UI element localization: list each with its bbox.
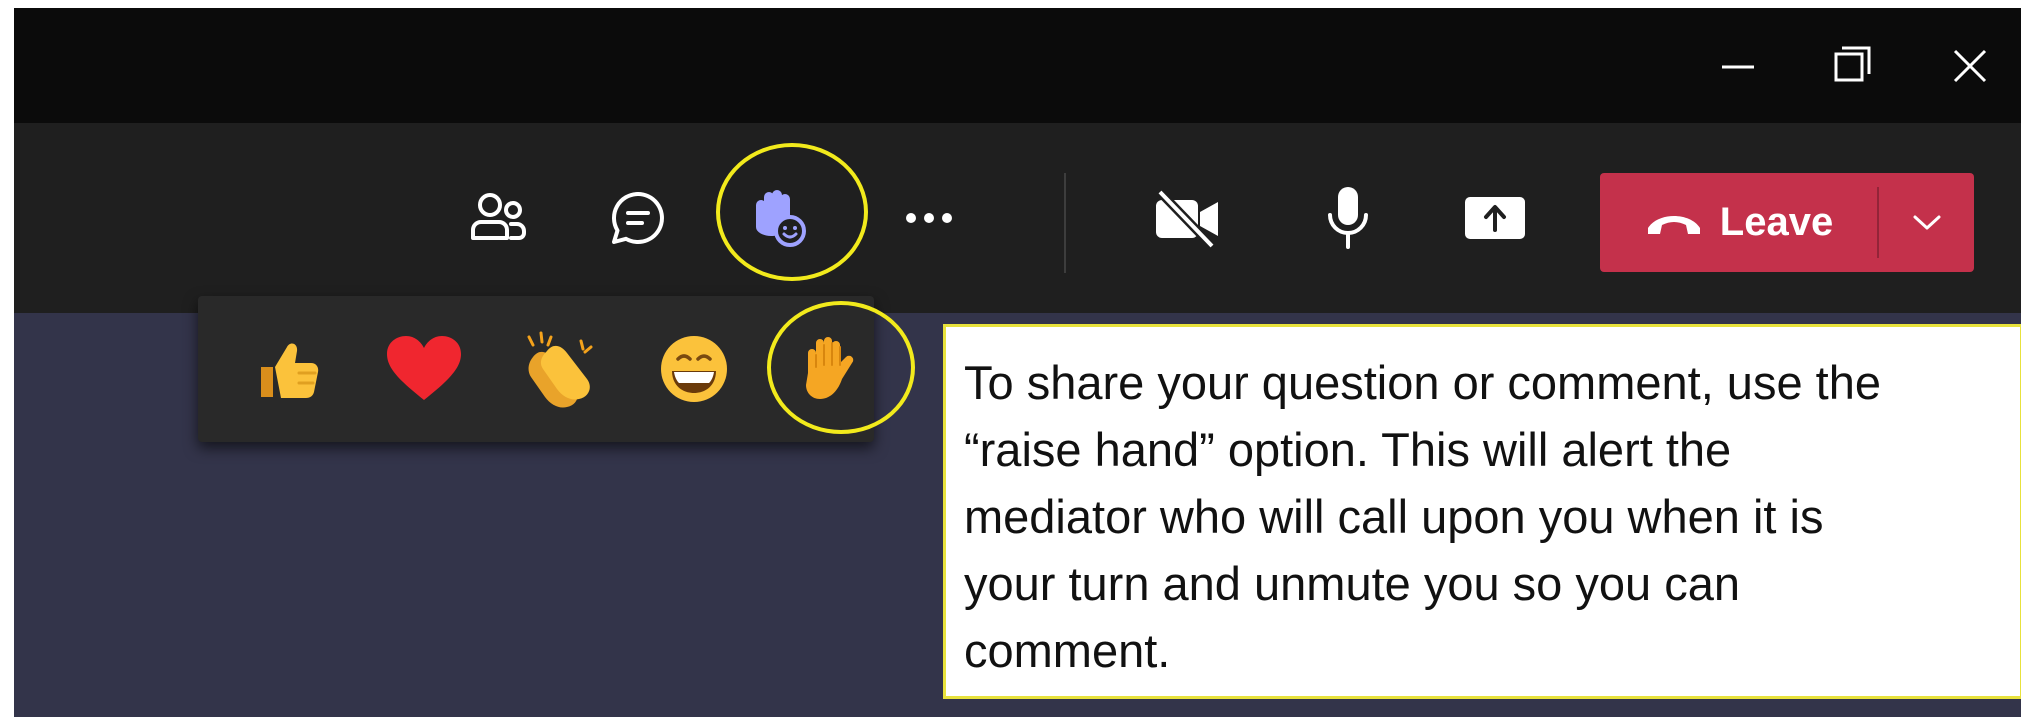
toolbar-divider xyxy=(1064,173,1066,273)
leave-options-button[interactable] xyxy=(1879,173,1974,272)
laughing-face-icon xyxy=(661,336,727,402)
clapping-hands-icon xyxy=(527,331,593,408)
reaction-raise-hand-button[interactable] xyxy=(779,319,879,419)
minimize-button[interactable] xyxy=(1708,36,1768,96)
reactions-popup xyxy=(198,296,874,442)
chat-button[interactable] xyxy=(598,178,678,258)
instruction-callout: To share your question or comment, use t… xyxy=(943,324,2021,699)
more-icon xyxy=(906,213,952,223)
minimize-icon xyxy=(1722,65,1754,69)
microphone-button[interactable] xyxy=(1308,178,1388,258)
microphone-icon xyxy=(1328,187,1368,249)
reaction-applause-button[interactable] xyxy=(509,319,609,419)
reaction-like-button[interactable] xyxy=(239,319,339,419)
reaction-heart-button[interactable] xyxy=(374,319,474,419)
restore-icon xyxy=(1834,46,1871,82)
hang-up-icon xyxy=(1647,215,1700,234)
close-icon xyxy=(1953,49,1987,83)
reactions-button[interactable] xyxy=(738,178,818,258)
camera-toggle-button[interactable] xyxy=(1148,178,1228,258)
maximize-button[interactable] xyxy=(1821,36,1881,96)
leave-button[interactable]: Leave xyxy=(1600,173,1877,272)
people-icon xyxy=(471,193,526,240)
meeting-window: Leave To share your question or comment,… xyxy=(14,8,2021,717)
chevron-down-icon xyxy=(1913,215,1940,229)
participants-button[interactable] xyxy=(459,178,539,258)
thumbs-up-icon xyxy=(261,343,319,398)
leave-button-group: Leave xyxy=(1600,173,1974,272)
raise-hand-reactions-icon xyxy=(756,190,806,247)
more-actions-button[interactable] xyxy=(889,178,969,258)
raised-hand-icon xyxy=(806,337,854,399)
chat-icon xyxy=(612,192,664,244)
title-bar xyxy=(14,8,2021,123)
share-screen-icon xyxy=(1465,197,1525,239)
heart-icon xyxy=(387,336,461,400)
share-screen-button[interactable] xyxy=(1455,178,1535,258)
close-window-button[interactable] xyxy=(1940,36,2000,96)
camera-off-icon xyxy=(1156,188,1218,248)
reaction-laugh-button[interactable] xyxy=(644,319,744,419)
meeting-toolbar: Leave xyxy=(14,123,2021,313)
leave-label: Leave xyxy=(1719,200,1834,244)
